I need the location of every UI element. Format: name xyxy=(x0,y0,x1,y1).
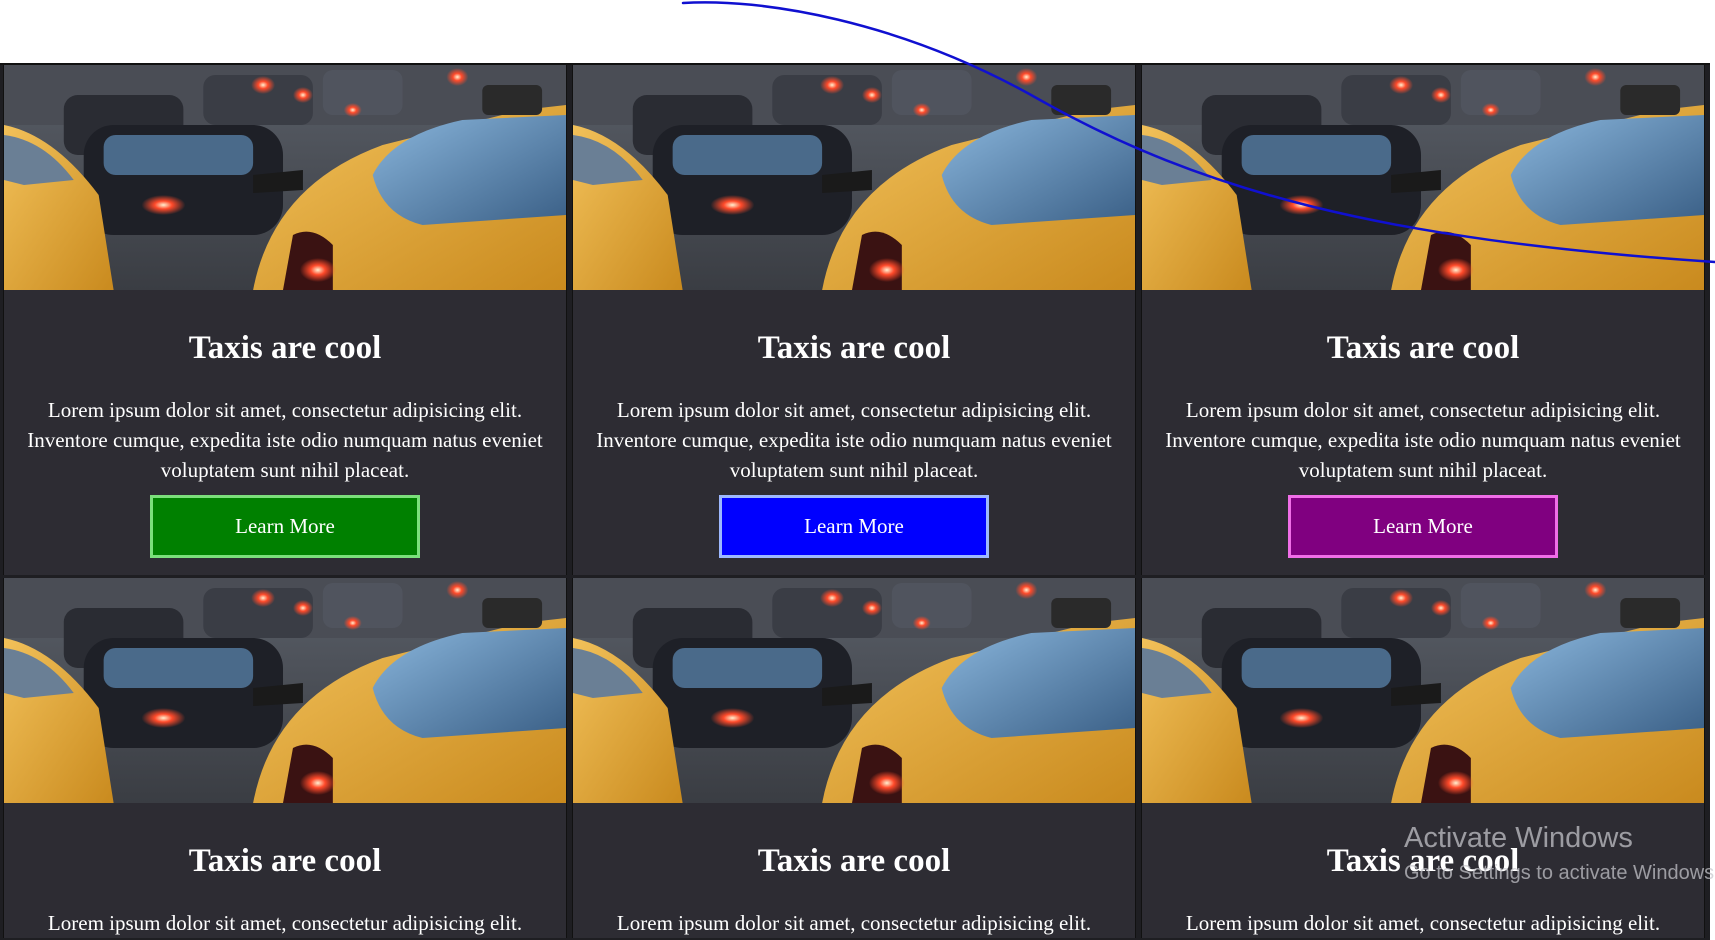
taxi-photo xyxy=(1142,577,1704,803)
card-4: Taxis are cool Lorem ipsum dolor sit ame… xyxy=(3,577,567,938)
page-top-whitespace xyxy=(0,0,1715,63)
card-1: Taxis are cool Lorem ipsum dolor sit ame… xyxy=(3,65,567,575)
activate-windows-subtitle: Go to Settings to activate Windows. xyxy=(1404,862,1715,884)
taxi-photo xyxy=(4,65,566,290)
taxi-photo xyxy=(1142,65,1704,290)
card-body-text: Lorem ipsum dolor sit amet, consectetur … xyxy=(616,910,1092,935)
card-body-text: Lorem ipsum dolor sit amet, consectetur … xyxy=(27,398,543,482)
card-title: Taxis are cool xyxy=(757,330,951,366)
card-title: Taxis are cool xyxy=(757,842,951,879)
taxi-photo xyxy=(4,577,566,803)
card-3: Taxis are cool Lorem ipsum dolor sit ame… xyxy=(1141,65,1705,575)
card-2: Taxis are cool Lorem ipsum dolor sit ame… xyxy=(572,65,1136,575)
card-title: Taxis are cool xyxy=(188,330,382,366)
activate-windows-title: Activate Windows xyxy=(1404,822,1633,854)
taxi-photo xyxy=(573,65,1135,290)
card-body-text: Lorem ipsum dolor sit amet, consectetur … xyxy=(1165,398,1681,482)
learn-more-button[interactable]: Learn More xyxy=(719,495,989,558)
taxi-photo xyxy=(573,577,1135,803)
card-body-text: Lorem ipsum dolor sit amet, consectetur … xyxy=(596,398,1112,482)
learn-more-button[interactable]: Learn More xyxy=(150,495,420,558)
card-title: Taxis are cool xyxy=(188,842,382,879)
card-grid: Taxis are cool Lorem ipsum dolor sit ame… xyxy=(0,63,1710,940)
card-body-text: Lorem ipsum dolor sit amet, consectetur … xyxy=(47,910,523,935)
card-title: Taxis are cool xyxy=(1326,330,1520,366)
learn-more-button[interactable]: Learn More xyxy=(1288,495,1558,558)
card-5: Taxis are cool Lorem ipsum dolor sit ame… xyxy=(572,577,1136,938)
card-body-text: Lorem ipsum dolor sit amet, consectetur … xyxy=(1185,910,1661,935)
